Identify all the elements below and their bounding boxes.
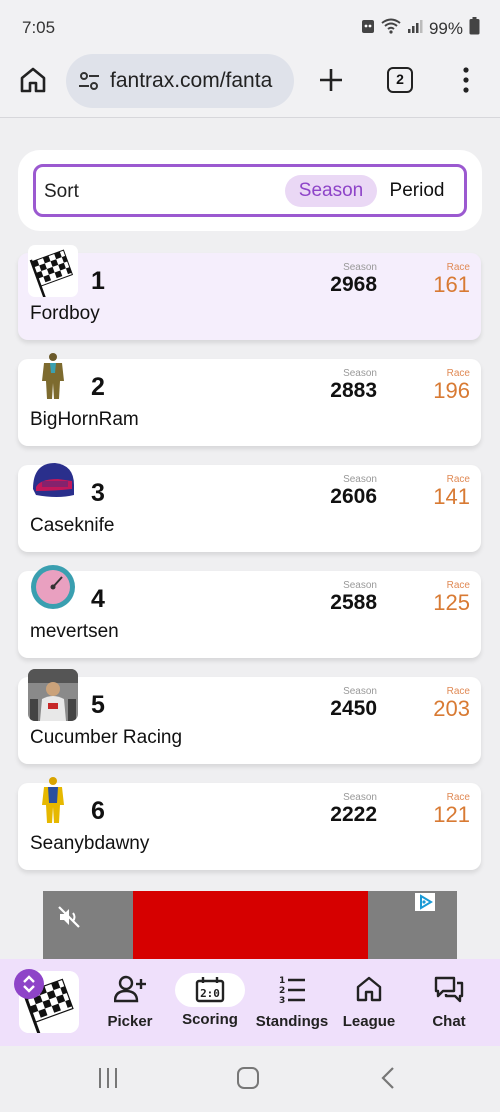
new-tab-icon[interactable] xyxy=(316,65,346,95)
scoreboard-icon: 2:0 xyxy=(175,973,245,1007)
team-name: BigHornRam xyxy=(30,409,139,430)
team-name: Cucumber Racing xyxy=(30,727,183,748)
sort-label: Sort xyxy=(44,181,79,202)
home-icon xyxy=(338,969,400,1009)
site-settings-icon[interactable] xyxy=(78,70,100,92)
nav-standings[interactable]: 123 Standings xyxy=(252,969,332,1039)
nav-chat[interactable]: Chat xyxy=(420,969,478,1039)
ad-video[interactable] xyxy=(133,891,368,961)
race-points: 141 xyxy=(433,484,470,509)
season-points: 2968 xyxy=(330,273,377,296)
browser-toolbar: fantrax.com/fanta 2 xyxy=(0,48,500,118)
nav-label: Picker xyxy=(107,1013,153,1030)
nav-label: Scoring xyxy=(182,1011,238,1028)
home-icon[interactable] xyxy=(18,65,48,95)
race-points: 121 xyxy=(433,802,470,827)
season-label: Season xyxy=(343,262,377,273)
team-rank: 1 xyxy=(91,267,105,295)
ranked-list-icon: 123 xyxy=(252,969,332,1009)
battery-icon xyxy=(469,17,480,40)
sort-option-season[interactable]: Season xyxy=(285,175,377,207)
url-text: fantrax.com/fanta xyxy=(110,69,273,92)
team-row[interactable]: 1 Fordboy Season 2968 Race 161 xyxy=(18,245,481,340)
more-menu-icon[interactable] xyxy=(456,66,476,94)
nav-league[interactable]: League xyxy=(338,969,400,1039)
add-person-icon xyxy=(100,969,160,1009)
season-points: 2883 xyxy=(330,379,377,402)
team-name: mevertsen xyxy=(30,621,119,642)
season-label: Season xyxy=(343,792,377,803)
season-label: Season xyxy=(343,474,377,485)
address-bar[interactable]: fantrax.com/fanta xyxy=(66,54,294,108)
notification-icon xyxy=(361,18,375,39)
mute-icon[interactable] xyxy=(57,905,81,929)
team-row[interactable]: 5 Cucumber Racing Season 2450 Race 203 xyxy=(18,669,481,764)
team-name: Seanybdawny xyxy=(30,833,150,854)
season-label: Season xyxy=(343,580,377,591)
helmet-avatar xyxy=(28,457,78,509)
season-points: 2222 xyxy=(330,803,377,826)
status-bar: 7:05 99% xyxy=(0,0,500,48)
battery-percent: 99% xyxy=(428,18,463,38)
team-rank: 4 xyxy=(91,585,105,613)
race-suit-avatar xyxy=(28,351,78,403)
team-row[interactable]: 4 mevertsen Season 2588 Race 125 xyxy=(18,565,481,658)
race-points: 125 xyxy=(433,590,470,615)
team-name: Caseknife xyxy=(30,515,115,536)
tab-switcher-button[interactable]: 2 xyxy=(387,67,413,93)
svg-text:1: 1 xyxy=(279,976,285,986)
sort-card: Sort Season Period xyxy=(18,150,482,231)
sort-control: Sort Season Period xyxy=(33,164,467,217)
nav-scoring[interactable]: 2:0 Scoring xyxy=(174,969,246,1039)
team-row[interactable]: 2 BigHornRam Season 2883 Race 196 xyxy=(18,353,481,446)
team-name: Fordboy xyxy=(30,303,100,324)
race-points: 203 xyxy=(433,696,470,721)
nav-label: League xyxy=(342,1013,396,1030)
svg-text:2: 2 xyxy=(279,986,285,996)
ad-banner[interactable] xyxy=(43,891,457,961)
season-label: Season xyxy=(343,686,377,697)
chat-icon xyxy=(420,969,478,1009)
nav-picker[interactable]: Picker xyxy=(100,969,160,1039)
bottom-navigation: Picker 2:0 Scoring 123 Standings League … xyxy=(0,959,500,1046)
team-rank: 6 xyxy=(91,797,105,825)
team-row[interactable]: 3 Caseknife Season 2606 Race 141 xyxy=(18,463,481,552)
status-time: 7:05 xyxy=(22,18,56,37)
svg-text:3: 3 xyxy=(279,996,285,1004)
svg-text:2:0: 2:0 xyxy=(200,987,220,1000)
season-points: 2588 xyxy=(330,591,377,614)
signal-icon xyxy=(407,18,423,39)
system-navigation-bar xyxy=(0,1046,500,1112)
race-points: 196 xyxy=(433,378,470,403)
race-suit-avatar xyxy=(28,775,78,827)
sort-option-period[interactable]: Period xyxy=(382,175,452,207)
team-rank: 2 xyxy=(91,373,105,401)
checkered-flag-avatar xyxy=(28,245,78,297)
season-points: 2450 xyxy=(330,697,377,720)
season-label: Season xyxy=(343,368,377,379)
race-points: 161 xyxy=(433,272,470,297)
adchoices-icon[interactable] xyxy=(415,893,435,911)
team-rank: 5 xyxy=(91,691,105,719)
gauge-avatar xyxy=(28,563,78,615)
back-icon[interactable] xyxy=(378,1066,398,1095)
recent-apps-icon[interactable] xyxy=(96,1066,120,1095)
season-points: 2606 xyxy=(330,485,377,508)
team-switcher-button[interactable] xyxy=(14,969,44,999)
home-button-icon[interactable] xyxy=(236,1066,260,1095)
nav-label: Standings xyxy=(255,1013,329,1030)
team-row[interactable]: 6 Seanybdawny Season 2222 Race 121 xyxy=(18,777,481,870)
team-rank: 3 xyxy=(91,479,105,507)
driver-photo-avatar xyxy=(28,669,78,721)
wifi-icon xyxy=(381,18,401,39)
nav-label: Chat xyxy=(432,1013,466,1030)
